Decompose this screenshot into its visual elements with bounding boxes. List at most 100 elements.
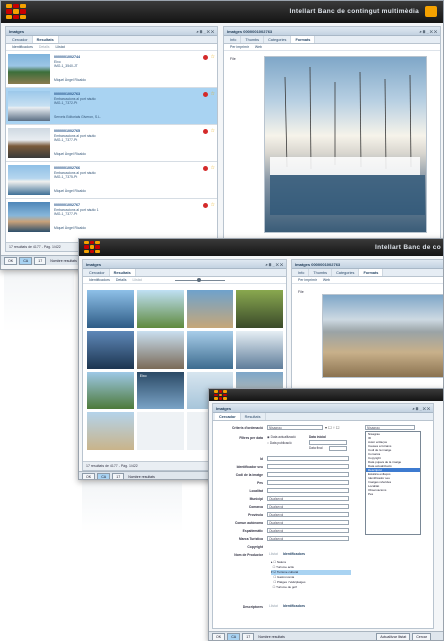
list-item[interactable]: 0000001002744 Eixo IMG-1_3540-JT Miquel … [6, 51, 217, 88]
panel-tools-icon[interactable]: ⌕ ⊟ _ ✕ ✕ [196, 27, 214, 36]
tab-formats[interactable]: Formats [359, 269, 384, 276]
grid-thumbnail[interactable] [186, 290, 234, 328]
criteris-controls[interactable]: ▾ ☐ ↑ ☐ [325, 425, 340, 430]
ok-button[interactable]: OK [212, 632, 226, 640]
nom-tab-identificadors[interactable]: Identificadors [283, 552, 305, 556]
ca-button[interactable]: CA [19, 256, 33, 265]
ok-button[interactable]: OK [82, 472, 96, 479]
localitat-field[interactable] [267, 488, 349, 493]
list-item[interactable]: 0000001002766 Embarcacions al port náuti… [6, 162, 217, 199]
result-thumbnail[interactable] [8, 128, 50, 158]
result-thumbnail[interactable] [8, 165, 50, 195]
star-icon[interactable]: ☆ [211, 128, 215, 134]
list-item[interactable]: 0000001002767 Embarcacions al port náuti… [6, 199, 217, 234]
subtab-web[interactable]: Web [320, 277, 333, 283]
subtab-per-imprimir[interactable]: Per imprimir [295, 277, 320, 283]
comunitat-field[interactable]: Qualsevol [267, 520, 349, 525]
tree-item[interactable]: ☐ Turisme de golf [271, 585, 351, 590]
results-count-field[interactable]: 17 [242, 632, 255, 640]
tab-resultats[interactable]: Resultats [241, 413, 266, 420]
desc-tab-identificadors[interactable]: Identificadors [283, 604, 305, 608]
tab-formats[interactable]: Formats [291, 36, 316, 43]
subtab-llistat[interactable]: Llistat [130, 277, 145, 283]
preview-image[interactable] [322, 294, 443, 378]
tab-info[interactable]: Info [294, 269, 310, 276]
delete-icon[interactable] [203, 92, 208, 97]
results-count-field[interactable]: 17 [34, 256, 47, 265]
tab-thumbs[interactable]: Thumbs [241, 36, 265, 43]
delete-icon[interactable] [203, 203, 208, 208]
desc-tab-llistat[interactable]: Llistat [269, 604, 278, 608]
pes-field[interactable] [267, 480, 349, 485]
criteris-select-2[interactable]: Nisagrau [365, 425, 415, 430]
subtab-identificadors[interactable]: Identificadors [86, 277, 113, 283]
result-thumbnail[interactable] [8, 202, 50, 232]
codi-field[interactable] [267, 472, 349, 477]
result-thumbnail[interactable] [8, 54, 50, 84]
dropdown-option[interactable]: Pes [366, 492, 420, 496]
actualitzar-button[interactable]: Actualitzar llistat [376, 632, 411, 640]
grid-thumbnail[interactable] [87, 371, 134, 410]
municipi-field[interactable]: Qualsevol [267, 496, 349, 501]
identificador-field[interactable] [267, 464, 349, 469]
grid-thumbnail[interactable] [236, 330, 283, 369]
tab-info[interactable]: Info [226, 36, 242, 43]
cercar-button[interactable]: Cercar [412, 632, 431, 640]
subtab-llistat[interactable]: Llistat [53, 44, 68, 50]
grid-thumbnail[interactable]: Eixo [136, 371, 184, 410]
star-icon[interactable]: ☆ [211, 165, 215, 171]
tab-categories[interactable]: Categories [264, 36, 292, 43]
data-final-field[interactable] [329, 446, 347, 451]
tab-cercador[interactable]: Cercador [8, 36, 33, 43]
list-item[interactable]: 0000001002763 Embarcacions al port náuti… [6, 88, 217, 125]
grid-thumbnail[interactable] [136, 330, 184, 369]
data-inicial-field[interactable] [309, 440, 347, 445]
ca-button[interactable]: CA [97, 472, 111, 479]
subtab-detalls[interactable]: Detalls [113, 277, 130, 283]
tab-resultats[interactable]: Resultats [32, 36, 59, 43]
tab-cercador[interactable]: Cercador [215, 413, 241, 420]
subtab-identificadors[interactable]: Identificadors [9, 44, 36, 50]
subtab-detalls[interactable]: Detalls [36, 44, 53, 50]
grid-thumbnail[interactable] [87, 330, 134, 369]
ca-button[interactable]: CA [227, 632, 241, 640]
sort-dropdown-list[interactable]: Nisagrau ID Autor enllaços Causes a fotr… [365, 431, 421, 535]
provincia-field[interactable]: Qualsevol [267, 512, 349, 517]
tab-resultats[interactable]: Resultats [109, 269, 136, 276]
comarca-field[interactable]: Qualsevol [267, 504, 349, 509]
tab-thumbs[interactable]: Thumbs [309, 269, 333, 276]
delete-icon[interactable] [203, 166, 208, 171]
grid-thumbnail[interactable] [87, 412, 134, 450]
subtab-per-imprimir[interactable]: Per imprimir [227, 44, 252, 50]
criteris-select[interactable]: Nisagrau [267, 425, 323, 430]
ok-button[interactable]: OK [4, 256, 18, 265]
list-item[interactable]: 0000001002765 Embarcacions al port náuti… [6, 125, 217, 162]
grid-thumbnail[interactable] [136, 412, 184, 450]
star-icon[interactable]: ☆ [211, 202, 215, 208]
result-thumbnail[interactable] [8, 91, 50, 121]
panel-tools-icon[interactable]: ⌕ ⊟ _ ✕ ✕ [265, 260, 283, 269]
preview-image[interactable] [264, 56, 427, 233]
grid-thumbnail[interactable] [186, 330, 234, 369]
panel-tools-icon[interactable]: ⌕ ⊟ _ ✕ ✕ [419, 27, 437, 36]
espai-field[interactable]: Qualsevol [267, 528, 349, 533]
results-count-field[interactable]: 17 [112, 472, 125, 479]
data-actualitzacio-radio[interactable]: ◉ Data actualització [267, 435, 296, 439]
data-publicacio-radio[interactable]: ○ Data publicació [267, 441, 292, 445]
marca-field[interactable]: Qualsevol [267, 536, 349, 541]
tab-categories[interactable]: Categories [332, 269, 360, 276]
star-icon[interactable]: ☆ [211, 54, 215, 60]
delete-icon[interactable] [203, 55, 208, 60]
grid-thumbnail[interactable] [136, 290, 184, 328]
tab-cercador[interactable]: Cercador [85, 269, 110, 276]
grid-thumbnail[interactable] [236, 290, 283, 328]
id-field[interactable] [267, 456, 349, 461]
delete-icon[interactable] [203, 129, 208, 134]
user-icon[interactable] [425, 6, 437, 17]
grid-thumbnail[interactable] [87, 290, 134, 328]
star-icon[interactable]: ☆ [211, 91, 215, 97]
panel-tools-icon[interactable]: ⌕ ⊟ _ ✕ ✕ [412, 404, 430, 413]
nom-tab-llistat[interactable]: Llistat [269, 552, 278, 556]
subtab-web[interactable]: Web [252, 44, 265, 50]
zoom-slider[interactable] [174, 277, 225, 284]
